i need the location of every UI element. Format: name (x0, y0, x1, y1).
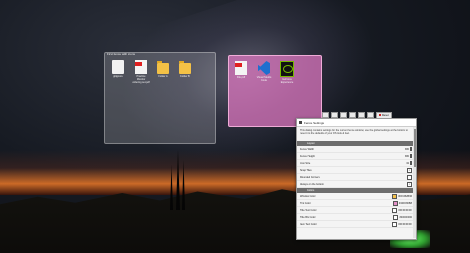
desktop-icon[interactable]: File.pdf (232, 61, 250, 79)
document-icon (112, 60, 124, 74)
setting-checkbox[interactable] (407, 174, 412, 180)
settings-title: Fence Settings (304, 120, 325, 125)
color-hex: #40FF80B8 (398, 201, 412, 205)
color-hex: #FFFFFFFF (398, 208, 412, 212)
desktop-icon[interactable]: Visual Studio Code (255, 61, 273, 82)
setting-value[interactable]: ✓ (407, 181, 412, 187)
desktop-icon[interactable]: gitignore (109, 60, 127, 78)
fence-window[interactable]: First fence with icons gitignore Practic… (104, 52, 216, 144)
color-value[interactable]: #40000000 (393, 214, 412, 220)
setting-row[interactable]: Snap Tiles ✓ (297, 167, 416, 174)
color-value[interactable]: #FFFFFFFF (392, 221, 412, 227)
setting-row[interactable]: Title Text Color #FFFFFFFF (297, 207, 416, 214)
icon-label: Practice Monitor ordering set.pdf (132, 75, 150, 84)
color-hex: #FFFFFFFF (398, 222, 412, 226)
color-swatch[interactable] (392, 207, 398, 213)
color-value[interactable]: #FFCB2B96 (392, 193, 412, 199)
setting-number: 380 (404, 147, 409, 151)
spinner-control[interactable] (410, 161, 412, 165)
setting-label: Icon Size (300, 161, 311, 165)
setting-checkbox[interactable]: ✓ (407, 167, 412, 173)
desktop-icon[interactable]: GeForce Experience (278, 61, 296, 84)
fence-title: First fence with icons (107, 52, 136, 56)
setting-label: Snap Tiles (300, 168, 312, 172)
setting-row[interactable]: Rounded Corners (297, 174, 416, 181)
setting-row[interactable]: Fence Height 380 (297, 153, 416, 160)
spinner-control[interactable] (410, 147, 412, 151)
color-hex: #40000000 (399, 215, 412, 219)
setting-label: Item Text Color (300, 222, 317, 226)
icon-label: Folder A (158, 75, 168, 78)
color-swatch[interactable] (392, 193, 398, 199)
settings-toolbar: Reset (322, 111, 467, 119)
folder-icon (157, 61, 169, 74)
setting-row[interactable]: Fence Width 380 (297, 146, 416, 153)
setting-number: 32 (406, 161, 409, 165)
setting-label: Title BG Color (300, 215, 316, 219)
scrollbar-thumb[interactable] (413, 129, 416, 167)
settings-description: This dialog contains settings for the cu… (300, 129, 408, 135)
color-value[interactable]: #40FF80B8 (392, 200, 412, 206)
icon-label: Visual Studio Code (256, 76, 272, 82)
color-swatch[interactable] (393, 214, 399, 220)
desktop-icon[interactable]: Folder B (176, 60, 194, 78)
toolbar-button[interactable] (358, 112, 365, 118)
setting-label: Title Text Color (300, 208, 317, 212)
setting-value[interactable]: 32 (406, 161, 412, 165)
fence-settings-window[interactable]: Fence Settings This dialog contains sett… (296, 118, 417, 240)
setting-row[interactable]: Title BG Color #40000000 (297, 214, 416, 221)
color-value[interactable]: #FFFFFFFF (392, 207, 412, 213)
reset-icon (379, 114, 381, 116)
setting-label: Fence Height (300, 154, 315, 158)
setting-row[interactable]: Always on the bottom ✓ (297, 181, 416, 188)
setting-label: Always on the bottom (300, 182, 324, 186)
settings-app-icon (299, 121, 302, 124)
icon-label: File.pdf (236, 76, 246, 79)
pdf-icon (235, 61, 247, 75)
setting-row[interactable]: Item Text Color #FFFFFFFF (297, 221, 416, 228)
folder-icon (179, 61, 191, 74)
setting-number: 380 (404, 154, 409, 158)
toolbar-button[interactable] (331, 112, 338, 118)
icon-label: Folder B (180, 75, 190, 78)
setting-value[interactable]: 380 (405, 154, 412, 158)
desktop-icon[interactable]: Folder A (154, 60, 172, 78)
setting-row[interactable]: Tint Color #40FF80B8 (297, 200, 416, 207)
color-swatch[interactable] (392, 200, 398, 206)
setting-checkbox[interactable]: ✓ (407, 181, 412, 187)
desktop-icon[interactable]: Practice Monitor ordering set.pdf (132, 60, 150, 84)
vscode-icon (258, 61, 270, 75)
toolbar-button[interactable] (367, 112, 374, 118)
setting-label: Rounded Corners (300, 175, 320, 179)
setting-value[interactable]: 380 (405, 147, 412, 151)
toolbar-button[interactable] (349, 112, 356, 118)
icon-label: GeForce Experience (280, 78, 294, 84)
setting-label: Window Color (300, 194, 316, 198)
setting-row[interactable]: Icon Size 32 (297, 160, 416, 167)
setting-row[interactable]: Window Color #FFCB2B96 (297, 193, 416, 200)
nvidia-icon (280, 61, 294, 77)
color-swatch[interactable] (392, 221, 398, 227)
setting-label: Fence Width (300, 147, 315, 151)
spinner-control[interactable] (410, 154, 412, 158)
fence-window[interactable]: File.pdf Visual Studio Code GeForce Expe… (228, 55, 322, 127)
toolbar-button[interactable] (322, 112, 329, 118)
settings-titlebar[interactable]: Fence Settings (297, 119, 416, 127)
setting-label: Tint Color (300, 201, 311, 205)
reset-button[interactable]: Reset (376, 111, 392, 119)
color-hex: #FFCB2B96 (398, 194, 412, 198)
setting-value[interactable]: ✓ (407, 167, 412, 173)
icon-label: gitignore (113, 75, 123, 78)
pdf-icon (135, 60, 147, 74)
toolbar-button[interactable] (340, 112, 347, 118)
setting-value[interactable] (407, 174, 412, 180)
